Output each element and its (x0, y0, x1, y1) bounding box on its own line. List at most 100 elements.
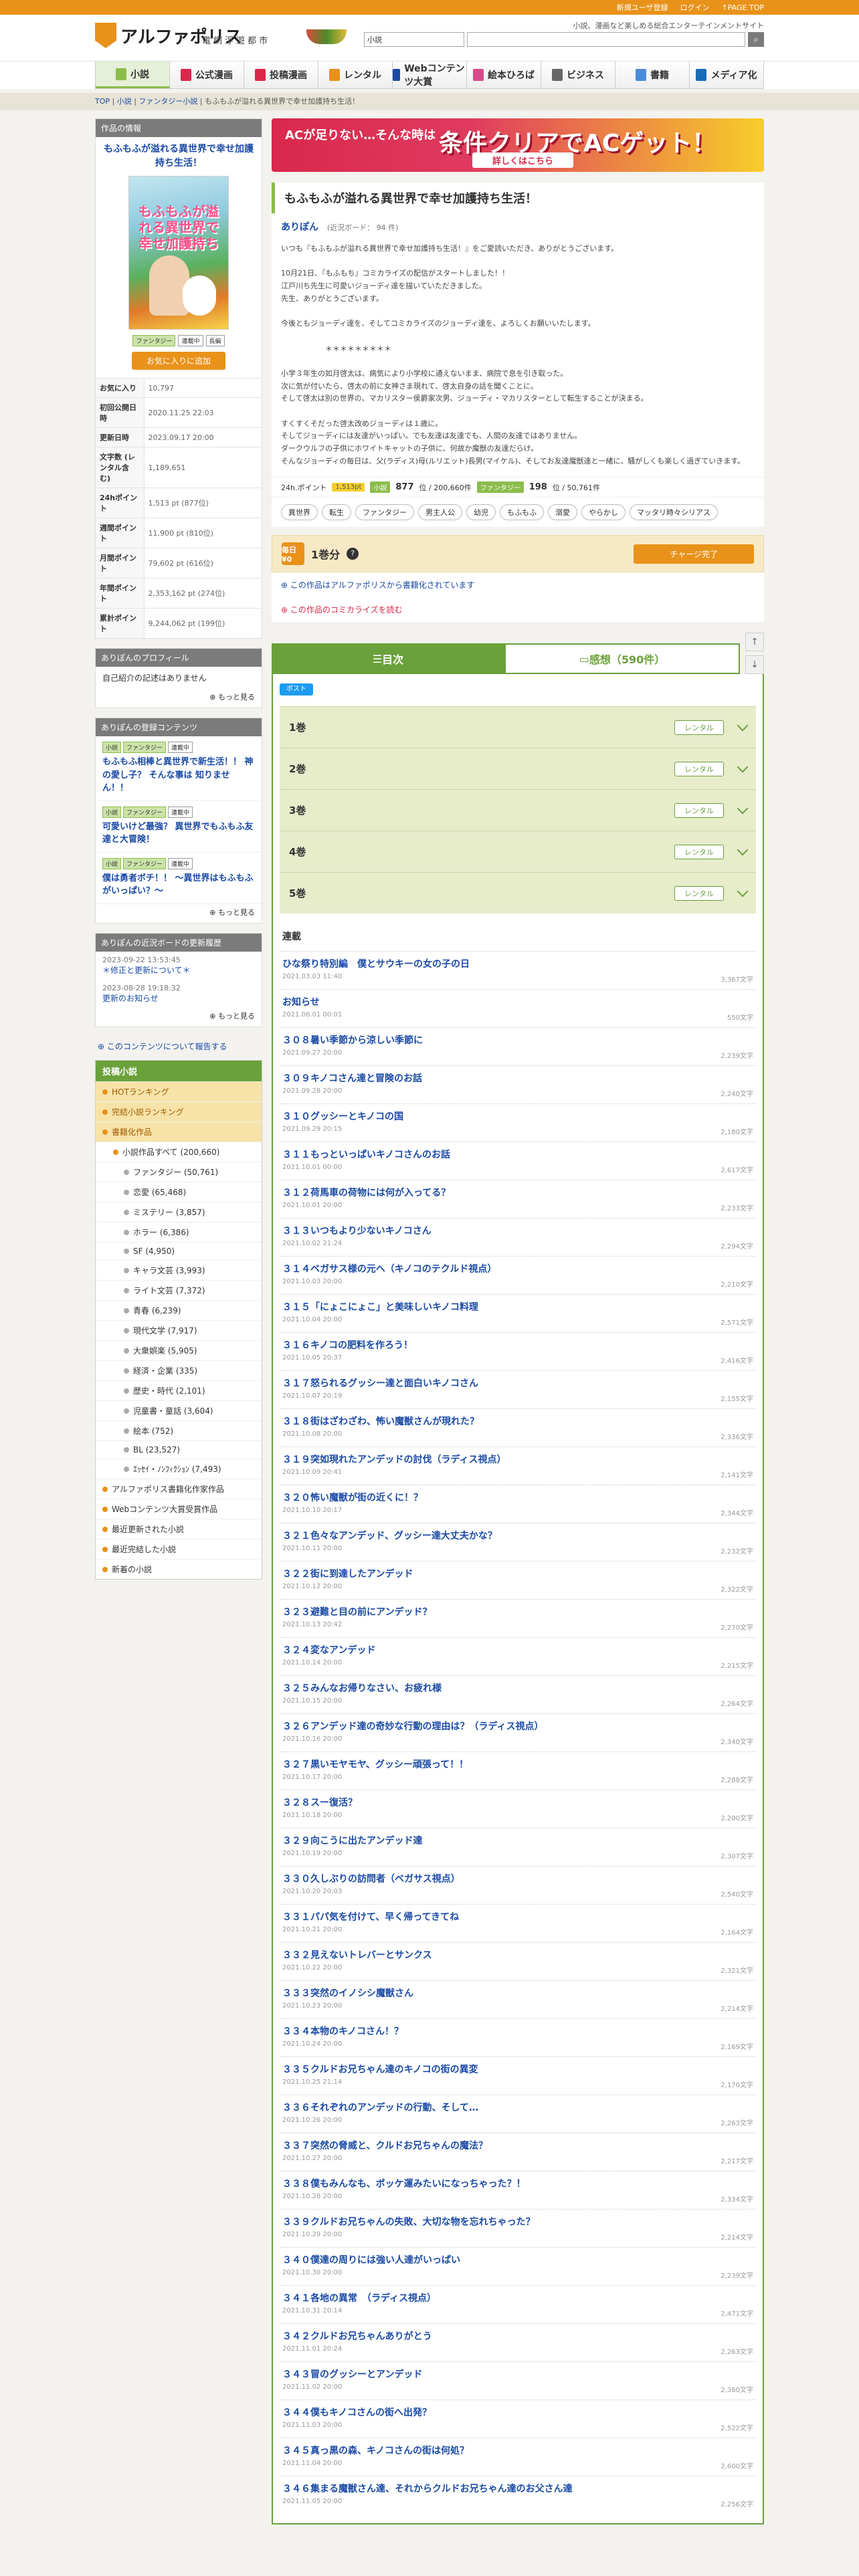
novel-tag[interactable]: 男主人公 (418, 504, 462, 521)
episode-row[interactable]: ３２０怖い魔獣が街の近くに！？ 2021.10.10 20:17 2,344文字 (280, 1485, 756, 1523)
episode-title[interactable]: ３３３突然のイノシシ魔獣さん (282, 1986, 753, 2000)
episode-row[interactable]: ３２６アンデッド達の奇妙な行動の理由は？（ラディス視点） 2021.10.16 2… (280, 1713, 756, 1751)
category-item[interactable]: ｴｯｾｲ・ﾉﾝﾌｨｸｼｮﾝ (7,493) (96, 1458, 262, 1479)
episode-row[interactable]: ひな祭り特別編 僕とサウキーの女の子の日 2021.03.03 11:40 3,36… (280, 951, 756, 989)
novel-tag[interactable]: 溺愛 (548, 504, 577, 521)
category-item[interactable]: 青春 (6,239) (96, 1299, 262, 1320)
registered-content-item[interactable]: 小説 ファンタジー 連載中 僕は勇者ボチ！！ 〜異世界はもふもふがいっぱい？〜 (96, 853, 262, 904)
episode-row[interactable]: お知らせ 2021.06.01 00:01 550文字 (280, 989, 756, 1027)
episode-title[interactable]: ３３５クルドお兄ちゃん達のキノコの街の異変 (282, 2062, 753, 2076)
category-item[interactable]: ホラー (6,386) (96, 1221, 262, 1242)
page-top-link[interactable]: ↑PAGE TOP (722, 3, 764, 12)
episode-title[interactable]: ３２３避難と目の前にアンデッド？ (282, 1605, 753, 1618)
episode-row[interactable]: ３２８スー復活？ 2021.10.18 20:00 2,200文字 (280, 1790, 756, 1828)
episode-title[interactable]: ３１８街はざわざわ、怖い魔獣さんが現れた？ (282, 1414, 753, 1428)
episode-title[interactable]: ３４５真っ黒の森、キノコさんの街は何処？ (282, 2444, 753, 2457)
episode-title[interactable]: ３４２クルドお兄ちゃんありがとう (282, 2329, 753, 2343)
episode-row[interactable]: ３２９向こうに出たアンデッド達 2021.10.19 20:00 2,307文字 (280, 1828, 756, 1866)
episode-title[interactable]: ３４０僕達の周りには強い人達がいっぱい (282, 2253, 753, 2266)
episode-row[interactable]: ３２５みんなお帰りなさい、お疲れ様 2021.10.15 20:00 2,264文字 (280, 1675, 756, 1713)
chevron-down-icon[interactable] (737, 844, 749, 856)
episode-row[interactable]: ３３０久しぶりの訪問者（ベガサス視点） 2021.10.20 20:03 2,540… (280, 1866, 756, 1904)
episode-title[interactable]: ３１３いつもより少ないキノコさん (282, 1224, 753, 1237)
history-item[interactable]: 2023-09-22 13:53:45 ＊修正と更新について＊ (96, 952, 262, 980)
search-icon[interactable]: ⌕ (748, 32, 764, 47)
episode-title[interactable]: お知らせ (282, 995, 753, 1008)
episode-row[interactable]: ３１１もっといっぱいキノコさんのお話 2021.10.01 00:00 2,617文… (280, 1142, 756, 1180)
episode-title[interactable]: ３２７黒いモヤモヤ、グッシー頑張って！！ (282, 1757, 753, 1771)
scroll-down-icon[interactable]: ↓ (745, 655, 764, 675)
episode-title[interactable]: ３２９向こうに出たアンデッド達 (282, 1834, 753, 1847)
episode-row[interactable]: ３２３避難と目の前にアンデッド？ 2021.10.13 20:42 2,270文字 (280, 1599, 756, 1637)
episode-title[interactable]: ３２８スー復活？ (282, 1796, 753, 1809)
episode-title[interactable]: ３２５みんなお帰りなさい、お疲れ様 (282, 1681, 753, 1695)
registered-content-item[interactable]: 小説 ファンタジー 連載中 可愛いけど最強？ 異世界でもふもふ友達と大冒険！ (96, 801, 262, 853)
episode-row[interactable]: ３３８僕もみんなも、ポッケ運みたいになっちゃった？！ 2021.10.28 20:… (280, 2171, 756, 2209)
episode-row[interactable]: ３２４変なアンデッド 2021.10.14 20:00 2,215文字 (280, 1637, 756, 1675)
episode-row[interactable]: ３３４本物のキノコさん！？ 2021.10.24 20:00 2,169文字 (280, 2018, 756, 2056)
search-category-select[interactable]: 小説 (364, 32, 464, 47)
content-title[interactable]: 僕は勇者ボチ！！ 〜異世界はもふもふがいっぱい？〜 (102, 872, 255, 898)
category-item[interactable]: ライト文芸 (7,372) (96, 1279, 262, 1300)
history-item[interactable]: 2023-08-28 19:18:32 更新のお知らせ (96, 980, 262, 1008)
episode-title[interactable]: ３１１もっといっぱいキノコさんのお話 (282, 1148, 753, 1161)
novel-tag[interactable]: マッタリ時々シリアス (630, 504, 718, 521)
comicalize-link[interactable]: ⊕ この作品のコミカライズを読む (272, 597, 764, 623)
report-link[interactable]: ⊕ このコンテンツについて報告する (95, 1037, 262, 1060)
episode-row[interactable]: ３３９クルドお兄ちゃんの失敗、大切な物を忘れちゃった？ 2021.10.29 20… (280, 2209, 756, 2247)
volume-row[interactable]: 4巻 レンタル (280, 831, 756, 873)
episode-row[interactable]: ３３７突然の脅威と、クルドお兄ちゃんの魔法？ 2021.10.27 20:00 2,… (280, 2133, 756, 2171)
episode-title[interactable]: ３３６それぞれのアンデッドの行動、そして… (282, 2101, 753, 2114)
novel-tag[interactable]: やらかし (581, 504, 626, 521)
breadcrumb-novel[interactable]: 小説 (117, 97, 132, 106)
nav-item[interactable]: レンタル (318, 62, 393, 88)
novel-tag[interactable]: もふもふ (500, 504, 544, 521)
episode-title[interactable]: ３０８暑い季節から涼しい季節に (282, 1033, 753, 1047)
help-icon[interactable]: ? (347, 548, 359, 560)
episode-row[interactable]: ３３５クルドお兄ちゃん達のキノコの街の異変 2021.10.25 21:14 2,1… (280, 2056, 756, 2095)
episode-title[interactable]: ３４４僕もキノコさんの街へ出発？ (282, 2405, 753, 2419)
chevron-down-icon[interactable] (737, 761, 749, 773)
novel-tag[interactable]: 転生 (322, 504, 351, 521)
category-item[interactable]: 児童書・童話 (3,604) (96, 1400, 262, 1420)
category-item[interactable]: ミステリー (3,857) (96, 1201, 262, 1222)
episode-row[interactable]: ３３１パパ気を付けて、早く帰ってきてね 2021.10.21 20:00 2,164… (280, 1904, 756, 1942)
side-book-title[interactable]: もふもふが溢れる異世界で幸せ加護持ち生活！ (96, 137, 262, 176)
category-item[interactable]: キャラ文芸 (3,993) (96, 1259, 262, 1280)
episode-title[interactable]: ３１５「にょこにょこ」と美味しいキノコ料理 (282, 1300, 753, 1313)
category-item[interactable]: 経済・企業 (335) (96, 1360, 262, 1380)
episode-row[interactable]: ３１５「にょこにょこ」と美味しいキノコ料理 2021.10.04 20:00 2,5… (280, 1294, 756, 1332)
episode-title[interactable]: ３１９突如現れたアンデッドの討伐（ラディス視点） (282, 1453, 753, 1466)
category-item[interactable]: 最近完結した小説 (96, 1538, 262, 1559)
episode-row[interactable]: ３１６キノコの肥料を作ろう！ 2021.10.05 20:37 2,416文字 (280, 1332, 756, 1370)
episode-title[interactable]: ３２０怖い魔獣が街の近くに！？ (282, 1491, 753, 1504)
episode-row[interactable]: ３１２荷馬車の荷物には何が入ってる？ 2021.10.01 20:00 2,233文… (280, 1180, 756, 1218)
category-item[interactable]: 小説作品すべて (200,660) (96, 1141, 262, 1162)
episode-title[interactable]: ３１６キノコの肥料を作ろう！ (282, 1338, 753, 1352)
category-item[interactable]: SF (4,950) (96, 1241, 262, 1260)
registered-content-item[interactable]: 小説 ファンタジー 連載中 もふもふ相棒と異世界で新生活！！ 神の愛し子？ そんな事は… (96, 736, 262, 801)
episode-row[interactable]: ３２２街に到達したアンデッド 2021.10.12 20:00 2,322文字 (280, 1561, 756, 1599)
episode-row[interactable]: ３１８街はざわざわ、怖い魔獣さんが現れた？ 2021.10.08 20:00 2,3… (280, 1408, 756, 1446)
category-item[interactable]: 歴史・時代 (2,101) (96, 1380, 262, 1400)
category-item[interactable]: 恋愛 (65,468) (96, 1181, 262, 1202)
episode-title[interactable]: ３３２見えないトレバーとサンクス (282, 1948, 753, 1961)
episode-title[interactable]: ３３７突然の脅威と、クルドお兄ちゃんの魔法？ (282, 2139, 753, 2152)
content-title[interactable]: もふもふ相棒と異世界で新生活！！ 神の愛し子？ そんな事は 知りません！！ (102, 756, 255, 795)
login-link[interactable]: ログイン (680, 2, 710, 13)
history-title[interactable]: 更新のお知らせ (102, 992, 255, 1004)
episode-title[interactable]: ３１７怒られるグッシー達と面白いキノコさん (282, 1376, 753, 1390)
episode-title[interactable]: ３０９キノコさん達と冒険のお話 (282, 1071, 753, 1085)
nav-item[interactable]: 絵本ひろば (467, 62, 541, 88)
episode-row[interactable]: ３１９突如現れたアンデッドの討伐（ラディス視点） 2021.10.09 20:41… (280, 1446, 756, 1485)
charge-complete-button[interactable]: チャージ完了 (634, 544, 754, 564)
category-item[interactable]: アルファポリス書籍化作家作品 (96, 1478, 262, 1499)
book-note[interactable]: ⊕ この作品はアルファポリスから書籍化されています (272, 572, 764, 598)
nav-item[interactable]: 書籍 (615, 62, 690, 88)
episode-row[interactable]: ３４５真っ黒の森、キノコさんの街は何処？ 2021.11.04 20:00 2,60… (280, 2438, 756, 2476)
nav-item[interactable]: Webコンテンツ大賞 (393, 62, 467, 88)
nav-item[interactable]: 小説 (96, 62, 170, 88)
episode-title[interactable]: ３２６アンデッド達の奇妙な行動の理由は？（ラディス視点） (282, 1719, 753, 1733)
banner-detail-button[interactable]: 詳しくはこちら (472, 152, 574, 168)
chevron-down-icon[interactable] (737, 885, 749, 897)
